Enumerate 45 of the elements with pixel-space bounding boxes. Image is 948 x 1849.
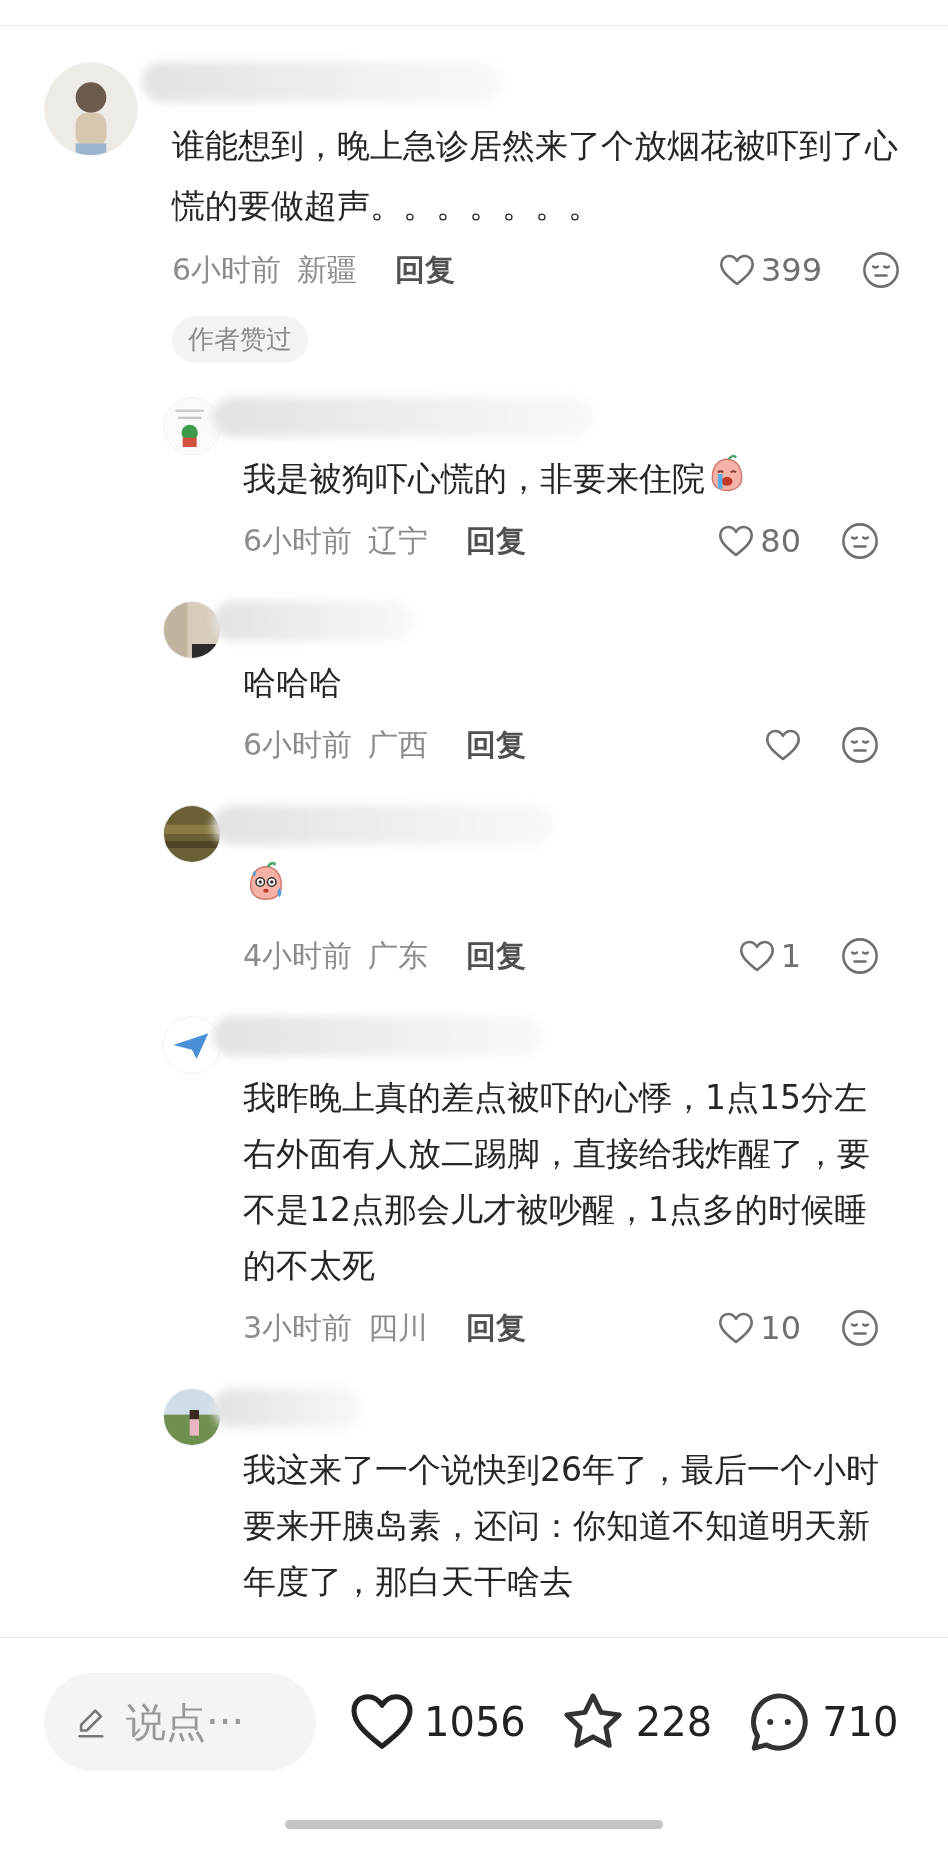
favorite-button[interactable]: 228 (559, 1689, 713, 1755)
neutral-face-icon[interactable] (862, 251, 900, 289)
neutral-face-icon[interactable] (841, 1309, 879, 1347)
comment-time: 3小时前 (243, 1308, 353, 1347)
comments-button[interactable]: 710 (746, 1689, 899, 1755)
like-button[interactable]: 80 (718, 522, 801, 560)
heart-icon (718, 524, 755, 558)
like-button[interactable]: 399 (718, 251, 822, 289)
heart-icon (738, 939, 775, 973)
like-button[interactable]: 1 (738, 937, 801, 975)
neutral-face-icon[interactable] (841, 937, 879, 975)
comment-time: 4小时前 (243, 936, 353, 975)
comment-time: 6小时前 (243, 725, 353, 764)
like-count: 10 (760, 1309, 801, 1347)
reply-text: 我是被狗吓心慌的，非要来住院 (243, 459, 705, 498)
comment-location: 新疆 (297, 250, 358, 289)
author-liked-badge: 作者赞过 (172, 316, 308, 363)
comment-location: 四川 (368, 1308, 429, 1347)
reply-link[interactable]: 回复 (466, 724, 527, 766)
like-count: 399 (760, 251, 822, 289)
comment-input[interactable]: 说点··· (44, 1673, 316, 1771)
like-button[interactable]: 1056 (350, 1693, 526, 1751)
reply-link[interactable]: 回复 (466, 935, 527, 977)
like-button[interactable] (765, 728, 801, 762)
comment-location: 辽宁 (368, 521, 429, 560)
reply-text: 我这来了一个说快到26年了，最后一个小时要来开胰岛素，还问：你知道不知道明天新年度了，那白天干啥去 (243, 1450, 879, 1601)
comment-location: 广东 (368, 936, 429, 975)
reply-text: 我昨晚上真的差点被吓的心悸，1点15分左右外面有人放二踢脚，直接给我炸醒了，要不是12点那会儿才被吵醒，1点多的时候睡的不太死 (243, 1078, 870, 1285)
reply-link[interactable]: 回复 (466, 1307, 527, 1349)
heart-icon (718, 1311, 755, 1345)
comment-time: 6小时前 (172, 250, 282, 289)
comment-location: 广西 (368, 725, 429, 764)
like-count: 1 (780, 937, 801, 975)
like-count: 80 (760, 522, 801, 560)
reply-link[interactable]: 回复 (466, 520, 527, 562)
heart-icon (765, 728, 801, 762)
like-button[interactable]: 10 (718, 1309, 801, 1347)
heart-icon (350, 1693, 414, 1751)
comment-time: 6小时前 (243, 521, 353, 560)
neutral-face-icon[interactable] (841, 726, 879, 764)
comment-text: 谁能想到，晚上急诊居然来了个放烟花被吓到了心慌的要做超声。。。。。。。 (172, 125, 899, 227)
reply-link[interactable]: 回复 (395, 249, 456, 291)
neutral-face-icon[interactable] (841, 522, 879, 560)
heart-icon (718, 253, 755, 287)
reply-text: 哈哈哈 (243, 663, 342, 702)
